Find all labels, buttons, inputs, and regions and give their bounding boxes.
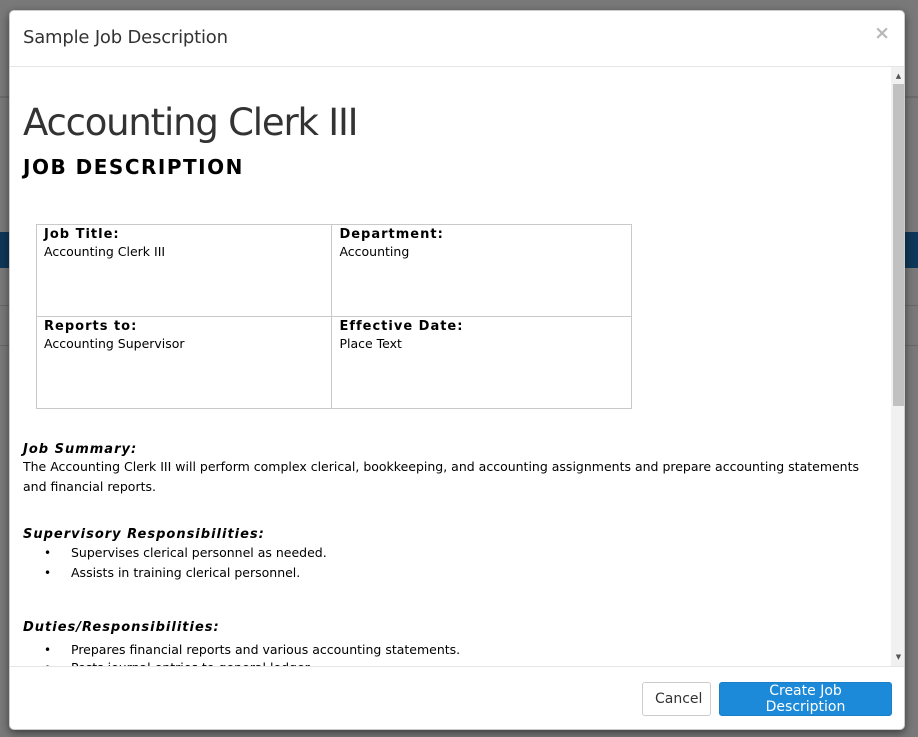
job-summary-heading: Job Summary:: [23, 442, 138, 457]
modal-title: Sample Job Description: [23, 27, 228, 48]
scroll-down-icon[interactable]: ▼: [891, 650, 904, 665]
effective-date-value: Place Text: [339, 336, 402, 351]
create-job-description-button[interactable]: Create Job Description: [719, 682, 892, 716]
duties-list: Prepares financial reports and various a…: [23, 641, 460, 666]
modal-footer: Cancel Create Job Description: [10, 667, 904, 729]
document-subtitle: JOB DESCRIPTION: [23, 155, 244, 179]
reports-to-label: Reports to:: [44, 319, 138, 334]
modal-body[interactable]: Accounting Clerk III JOB DESCRIPTION Job…: [10, 67, 904, 667]
department-cell: Department: Accounting: [331, 224, 632, 317]
job-description-modal: Sample Job Description × Accounting Cler…: [9, 10, 905, 730]
table-row: Reports to: Accounting Supervisor Effect…: [35, 316, 632, 409]
scrollbar-thumb[interactable]: [893, 84, 904, 406]
vertical-scrollbar[interactable]: ▲ ▼: [891, 67, 904, 666]
document-title: Accounting Clerk III: [23, 101, 359, 144]
job-title-cell: Job Title: Accounting Clerk III: [35, 224, 333, 317]
effective-date-label: Effective Date:: [339, 319, 464, 334]
duties-heading: Duties/Responsibilities:: [23, 620, 220, 635]
job-title-label: Job Title:: [44, 227, 120, 242]
list-item: Prepares financial reports and various a…: [23, 641, 460, 659]
job-summary-text: The Accounting Clerk III will perform co…: [23, 459, 860, 494]
list-item: Posts journal entries to general ledger.: [23, 659, 460, 666]
close-icon[interactable]: ×: [874, 24, 890, 43]
job-info-table: Job Title: Accounting Clerk III Departme…: [35, 224, 632, 409]
department-value: Accounting: [339, 244, 410, 259]
table-row: Job Title: Accounting Clerk III Departme…: [35, 224, 632, 317]
scroll-up-icon[interactable]: ▲: [891, 69, 904, 84]
list-item: Supervises clerical personnel as needed.: [23, 543, 327, 563]
cancel-button[interactable]: Cancel: [642, 682, 711, 716]
reports-to-value: Accounting Supervisor: [44, 336, 185, 351]
supervisory-heading: Supervisory Responsibilities:: [23, 527, 265, 542]
modal-header: Sample Job Description ×: [10, 11, 904, 67]
supervisory-list: Supervises clerical personnel as needed.…: [23, 543, 327, 583]
list-item: Assists in training clerical personnel.: [23, 563, 327, 583]
department-label: Department:: [339, 227, 444, 242]
effective-date-cell: Effective Date: Place Text: [331, 316, 632, 409]
reports-to-cell: Reports to: Accounting Supervisor: [35, 316, 333, 409]
job-title-value: Accounting Clerk III: [44, 244, 166, 259]
